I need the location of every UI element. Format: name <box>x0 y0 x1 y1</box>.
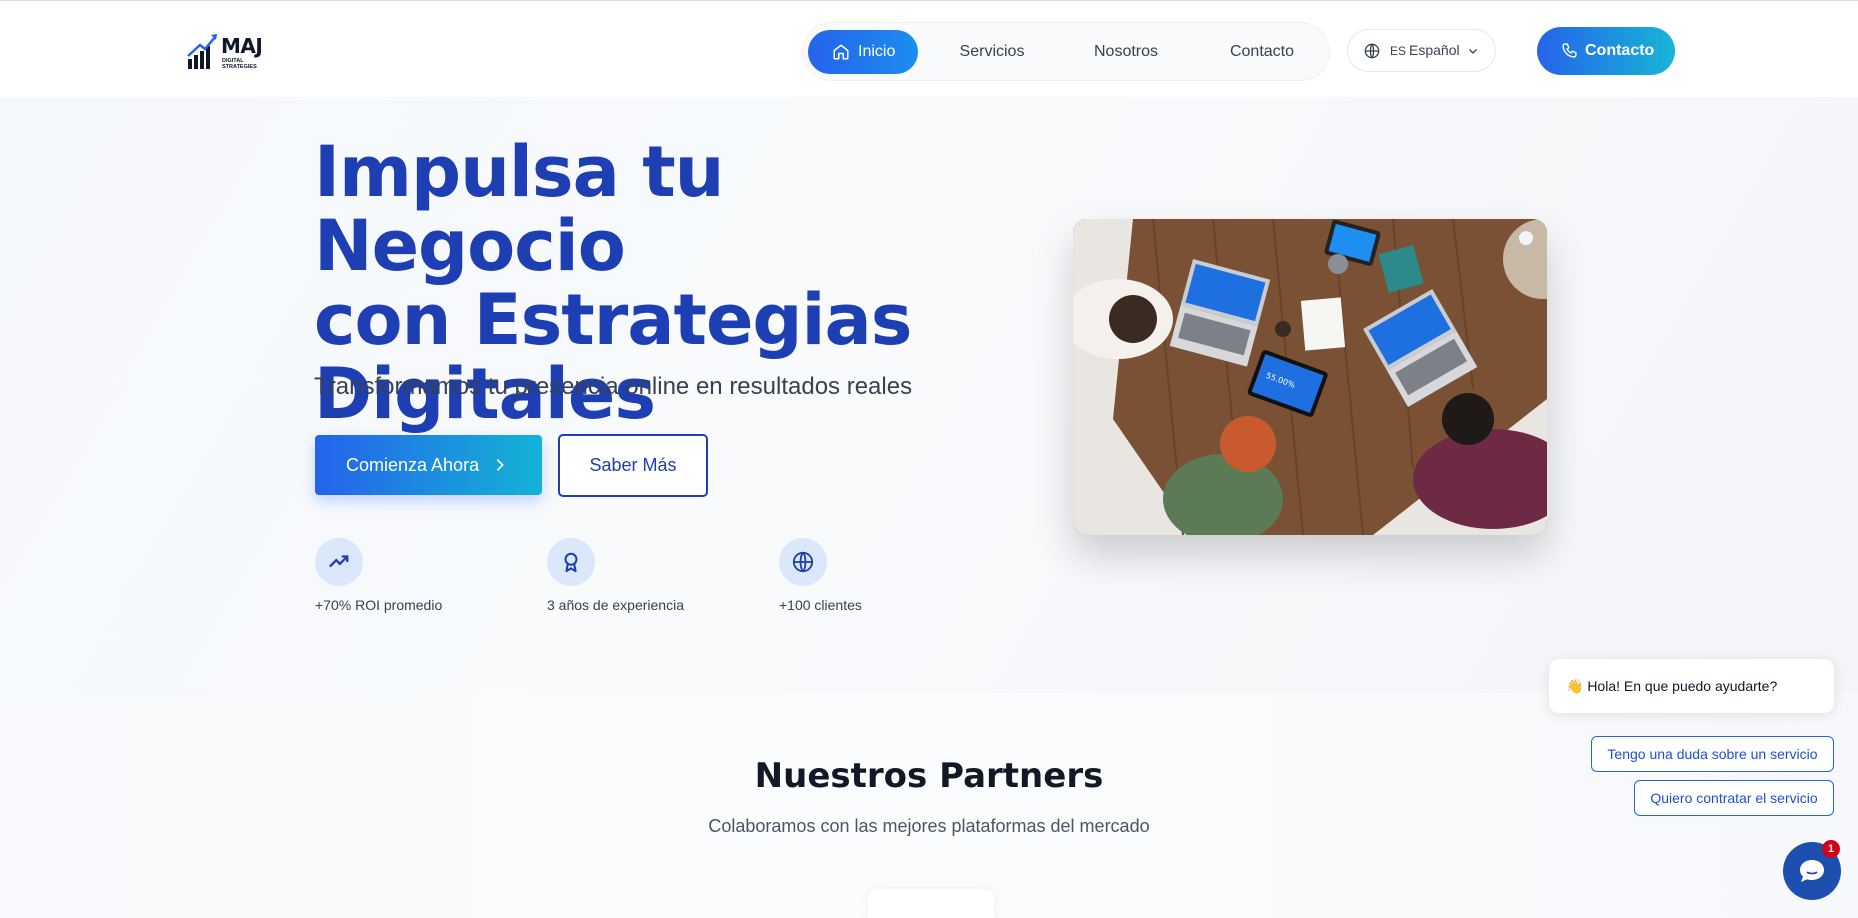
globe-icon <box>1364 43 1380 59</box>
header-contact-button[interactable]: Contacto <box>1537 27 1675 75</box>
hero-title-line: Impulsa tu Negocio <box>314 131 725 287</box>
nav-item-inicio[interactable]: Inicio <box>808 30 918 74</box>
stat-label: +70% ROI promedio <box>315 597 443 613</box>
language-label: Español <box>1409 42 1460 58</box>
image-indicator-dot[interactable] <box>1519 231 1533 245</box>
stat-icon-circle <box>315 538 363 586</box>
hero-subtitle: Transformamos tu presencia online en res… <box>314 373 913 400</box>
home-icon <box>833 44 849 60</box>
partners-subtitle: Colaboramos con las mejores plataformas … <box>708 816 1150 836</box>
logo-chart-icon <box>187 34 217 69</box>
nav-item-nosotros[interactable]: Nosotros <box>1071 30 1181 74</box>
chevron-right-icon <box>496 459 504 471</box>
hero-title-line: con Estrategias <box>314 279 912 361</box>
nav-item-servicios[interactable]: Servicios <box>937 30 1047 74</box>
brand-name: MAJ <box>221 34 263 58</box>
trending-up-icon <box>329 555 349 568</box>
language-code: ES <box>1390 44 1407 58</box>
start-now-button[interactable]: Comienza Ahora <box>315 435 542 495</box>
stat-label: +100 clientes <box>779 597 862 613</box>
award-icon <box>564 552 578 573</box>
brand-logo[interactable]: MAJ DIGITAL STRATEGIES <box>186 31 276 73</box>
chat-notification-badge: 1 <box>1822 840 1840 858</box>
partners-title: Nuestros Partners <box>754 756 1104 796</box>
globe-icon <box>792 551 814 573</box>
nav-item-contacto[interactable]: Contacto <box>1207 30 1317 74</box>
nav-label: Inicio <box>858 43 896 60</box>
stat-label: 3 años de experiencia <box>547 597 684 613</box>
chat-icon <box>1800 860 1824 882</box>
learn-more-button[interactable]: Saber Más <box>558 434 708 497</box>
phone-icon <box>1562 43 1577 58</box>
start-now-label: Comienza Ahora <box>346 455 480 475</box>
brand-tagline: DIGITAL STRATEGIES <box>222 58 257 70</box>
chat-option-hire[interactable]: Quiero contratar el servicio <box>1634 780 1834 816</box>
hero-image: 55.00% <box>1073 219 1547 535</box>
chat-option-question[interactable]: Tengo una duda sobre un servicio <box>1591 736 1834 772</box>
site-header: MAJ DIGITAL STRATEGIES Inicio Servicios … <box>0 1 1858 97</box>
header-contact-label: Contacto <box>1585 42 1655 59</box>
stat-icon-circle <box>779 538 827 586</box>
chat-greeting-bubble: 👋 Hola! En que puedo ayudarte? <box>1549 659 1834 713</box>
team-meeting-image: 55.00% <box>1073 219 1547 535</box>
chevron-down-icon <box>1469 49 1477 54</box>
language-selector[interactable]: ES Español <box>1347 29 1496 72</box>
stat-icon-circle <box>547 538 595 586</box>
partners-section <box>0 693 1858 918</box>
partner-logo-card <box>868 889 994 918</box>
main-nav: Inicio Servicios Nosotros Contacto <box>802 22 1330 81</box>
